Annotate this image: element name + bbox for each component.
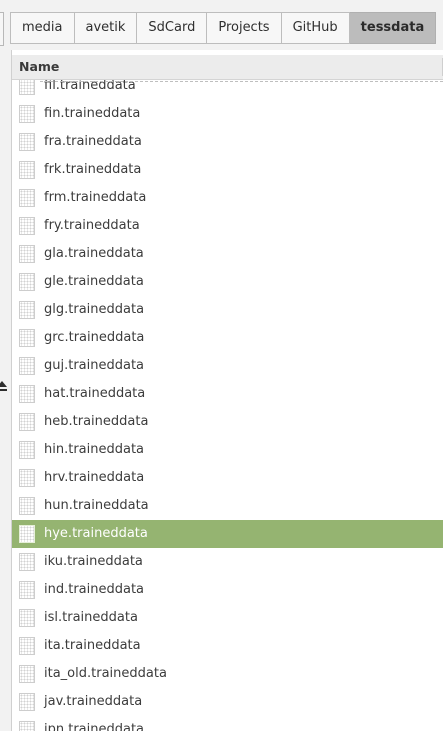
file-icon: [19, 161, 35, 179]
file-name: gla.traineddata: [44, 246, 144, 261]
file-icon: [19, 609, 35, 627]
file-row[interactable]: grc.traineddata: [12, 324, 443, 352]
file-name: heb.traineddata: [44, 414, 149, 429]
file-icon: [19, 357, 35, 375]
file-icon: [19, 525, 35, 543]
file-row[interactable]: ita_old.traineddata: [12, 660, 443, 688]
file-row[interactable]: ind.traineddata: [12, 576, 443, 604]
crumb-tessdata[interactable]: tessdata: [349, 12, 437, 44]
eject-icon[interactable]: [0, 379, 8, 393]
file-name: iku.traineddata: [44, 554, 143, 569]
file-icon: [19, 581, 35, 599]
file-name: fin.traineddata: [44, 106, 141, 121]
file-name: fra.traineddata: [44, 134, 142, 149]
column-header-name[interactable]: Name: [19, 59, 59, 74]
file-name: ita_old.traineddata: [44, 666, 167, 681]
path-bar: media avetik SdCard Projects GitHub tess…: [0, 0, 443, 50]
file-name: jpn.traineddata: [44, 722, 145, 731]
file-name: hin.traineddata: [44, 442, 145, 457]
file-name: frk.traineddata: [44, 162, 142, 177]
file-row[interactable]: iku.traineddata: [12, 548, 443, 576]
crumb-avetik[interactable]: avetik: [74, 12, 138, 44]
file-icon: [19, 665, 35, 683]
file-icon: [19, 413, 35, 431]
file-icon: [19, 553, 35, 571]
file-name: ita.traineddata: [44, 638, 141, 653]
crumb-projects[interactable]: Projects: [207, 12, 282, 44]
file-name: gle.traineddata: [44, 274, 144, 289]
file-row[interactable]: jpn.traineddata: [12, 716, 443, 731]
file-icon: [19, 245, 35, 263]
file-icon: [19, 301, 35, 319]
crumb-media[interactable]: media: [10, 12, 75, 44]
file-row[interactable]: glg.traineddata: [12, 296, 443, 324]
file-icon: [19, 385, 35, 403]
sidebar-edge: [0, 50, 12, 731]
file-name: hye.traineddata: [44, 526, 148, 541]
file-icon: [19, 105, 35, 123]
file-name: grc.traineddata: [44, 330, 145, 345]
file-list[interactable]: fil.traineddata fin.traineddata fra.traine…: [12, 55, 443, 731]
file-row[interactable]: fry.traineddata: [12, 212, 443, 240]
file-icon: [19, 637, 35, 655]
file-icon: [19, 721, 35, 731]
file-row[interactable]: gle.traineddata: [12, 268, 443, 296]
file-row[interactable]: hye.traineddata: [12, 520, 443, 548]
file-name: fry.traineddata: [44, 218, 140, 233]
file-row[interactable]: frk.traineddata: [12, 156, 443, 184]
file-icon: [19, 497, 35, 515]
file-row[interactable]: frm.traineddata: [12, 184, 443, 212]
file-row[interactable]: jav.traineddata: [12, 688, 443, 716]
file-icon: [19, 217, 35, 235]
file-row[interactable]: isl.traineddata: [12, 604, 443, 632]
file-name: isl.traineddata: [44, 610, 138, 625]
file-icon: [19, 133, 35, 151]
crumb-github[interactable]: GitHub: [281, 12, 350, 44]
file-row[interactable]: hun.traineddata: [12, 492, 443, 520]
breadcrumb: media avetik SdCard Projects GitHub tess…: [10, 12, 437, 44]
file-row[interactable]: fra.traineddata: [12, 128, 443, 156]
file-icon: [19, 441, 35, 459]
file-icon: [19, 189, 35, 207]
file-row[interactable]: fin.traineddata: [12, 100, 443, 128]
file-icon: [19, 329, 35, 347]
file-name: hun.traineddata: [44, 498, 149, 513]
file-name: glg.traineddata: [44, 302, 145, 317]
file-row[interactable]: guj.traineddata: [12, 352, 443, 380]
file-row[interactable]: hin.traineddata: [12, 436, 443, 464]
file-row[interactable]: hrv.traineddata: [12, 464, 443, 492]
file-icon: [19, 273, 35, 291]
file-row[interactable]: heb.traineddata: [12, 408, 443, 436]
file-row[interactable]: hat.traineddata: [12, 380, 443, 408]
file-name: hat.traineddata: [44, 386, 146, 401]
list-header: Name: [12, 55, 443, 80]
file-name: jav.traineddata: [44, 694, 143, 709]
file-row[interactable]: gla.traineddata: [12, 240, 443, 268]
file-row[interactable]: ita.traineddata: [12, 632, 443, 660]
file-name: hrv.traineddata: [44, 470, 145, 485]
file-rows: fil.traineddata fin.traineddata fra.traine…: [12, 72, 443, 731]
path-bar-scroll-left[interactable]: [0, 12, 4, 46]
file-name: guj.traineddata: [44, 358, 145, 373]
file-name: ind.traineddata: [44, 582, 145, 597]
file-icon: [19, 693, 35, 711]
crumb-sdcard[interactable]: SdCard: [137, 12, 208, 44]
file-icon: [19, 469, 35, 487]
file-name: frm.traineddata: [44, 190, 147, 205]
drop-indicator: [40, 81, 443, 82]
